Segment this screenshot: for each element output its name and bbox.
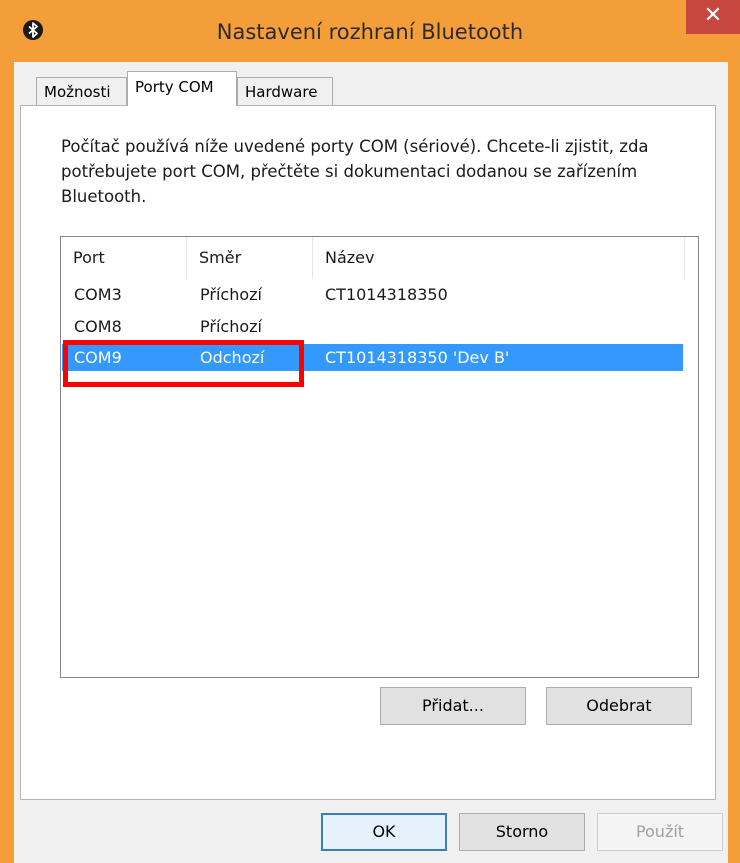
title-bar[interactable]: Nastavení rozhraní Bluetooth ✕ (0, 0, 740, 62)
description-text: Počítač používá níže uvedené porty COM (… (61, 137, 649, 206)
cell-port: COM3 (74, 285, 122, 304)
cell-port: COM8 (74, 317, 122, 336)
apply-button[interactable]: Použít (597, 813, 723, 851)
tab-porty-com[interactable]: Porty COM (127, 71, 237, 106)
table-row[interactable]: COM8 Příchozí (61, 313, 683, 340)
dialog-window: Nastavení rozhraní Bluetooth ✕ Možnosti … (0, 0, 740, 863)
tab-moznosti[interactable]: Možnosti (36, 77, 127, 105)
table-row-selected[interactable]: COM9 Odchozí CT1014318350 'Dev B' (62, 344, 683, 371)
cell-port: COM9 (74, 348, 122, 367)
column-header-nazev[interactable]: Název (313, 237, 685, 279)
column-header-smer[interactable]: Směr (187, 237, 313, 279)
cell-direction: Příchozí (200, 317, 262, 336)
tab-label: Porty COM (135, 78, 214, 96)
tab-hardware[interactable]: Hardware (237, 77, 333, 105)
close-button[interactable]: ✕ (686, 0, 740, 34)
close-icon: ✕ (703, 3, 723, 28)
list-header: Port Směr Název (61, 237, 698, 279)
tab-label: Hardware (245, 83, 318, 101)
cell-name: CT1014318350 (325, 285, 448, 304)
cell-name: CT1014318350 'Dev B' (325, 348, 510, 367)
window-title: Nastavení rozhraní Bluetooth (216, 20, 524, 44)
column-header-port[interactable]: Port (61, 237, 187, 279)
cell-direction: Příchozí (200, 285, 262, 304)
table-row[interactable]: COM3 Příchozí CT1014318350 (61, 281, 683, 308)
cell-direction: Odchozí (200, 348, 265, 367)
tab-label: Možnosti (44, 83, 111, 101)
cancel-button[interactable]: Storno (459, 813, 585, 851)
add-button[interactable]: Přidat... (380, 687, 526, 725)
ok-button[interactable]: OK (321, 813, 447, 851)
remove-button[interactable]: Odebrat (546, 687, 692, 725)
com-port-list[interactable]: Port Směr Název COM3 Příchozí CT10143183… (60, 236, 699, 678)
